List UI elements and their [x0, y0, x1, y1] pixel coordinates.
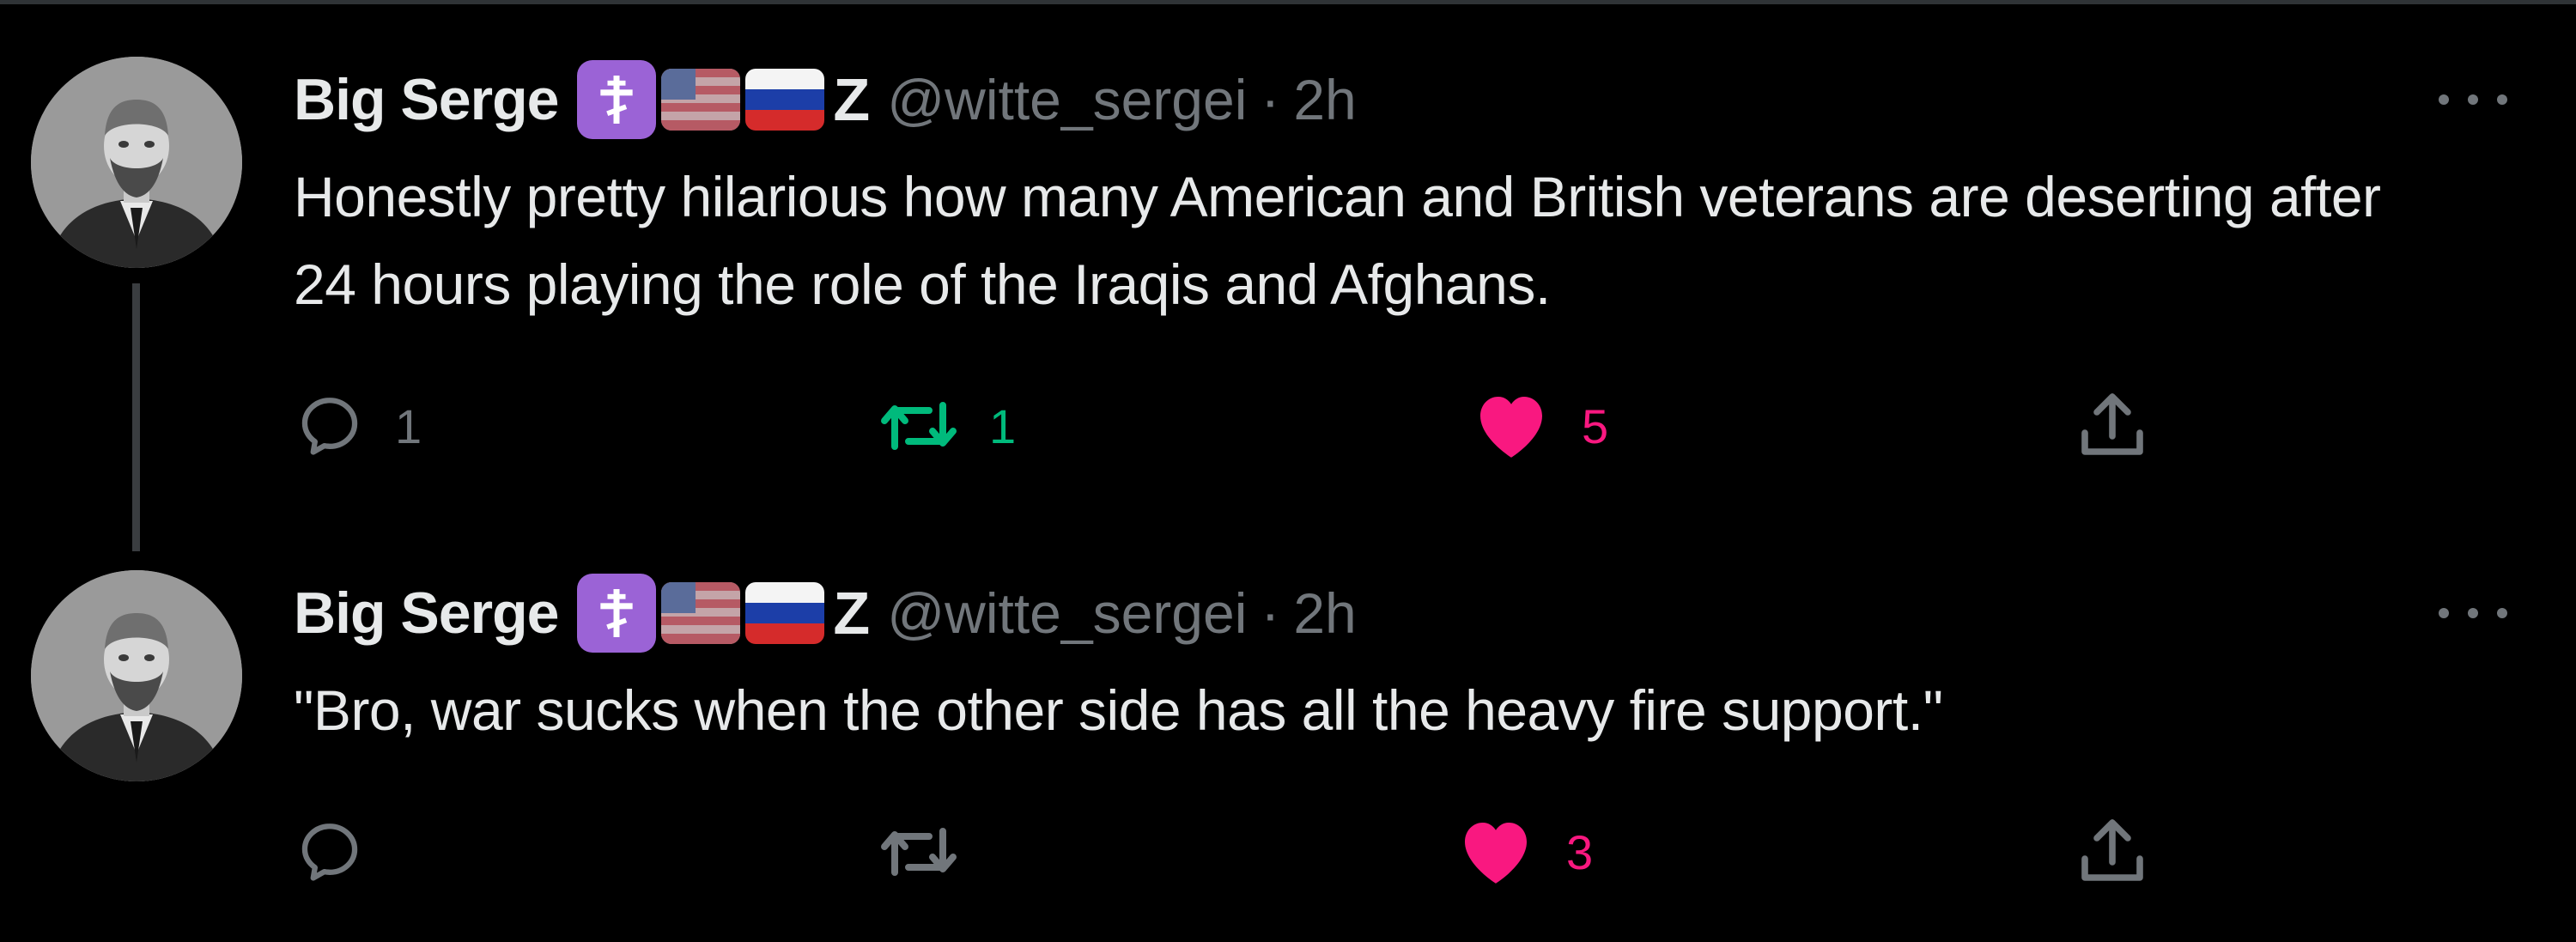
- reply-icon: [294, 390, 366, 462]
- tweet[interactable]: Big Serge Z @witte_sergei · 2h Honestly …: [0, 0, 2576, 567]
- tweet-timestamp[interactable]: 2h: [1293, 67, 1356, 132]
- avatar[interactable]: [31, 570, 242, 781]
- avatar[interactable]: [31, 57, 242, 268]
- reply-count: 1: [395, 398, 422, 453]
- separator-dot: ·: [1261, 581, 1280, 645]
- share-button[interactable]: [2071, 383, 2154, 469]
- z-mark: Z: [833, 66, 871, 133]
- tweet-header: Big Serge Z @witte_sergei · 2h: [294, 574, 1357, 653]
- retweet-count: 1: [989, 398, 1017, 453]
- reply-icon: [294, 816, 366, 888]
- author-handle[interactable]: @witte_sergei: [887, 580, 1247, 646]
- russia-flag-icon: [745, 69, 824, 131]
- separator-dot: ·: [1261, 68, 1280, 131]
- more-options-icon[interactable]: [2439, 82, 2507, 117]
- heart-icon: [1455, 811, 1537, 893]
- z-mark: Z: [833, 580, 871, 647]
- retweet-button[interactable]: 1: [878, 383, 1016, 469]
- reply-button[interactable]: [294, 809, 395, 895]
- profile-badges: Z: [577, 60, 870, 139]
- retweet-icon: [878, 385, 960, 467]
- more-options-icon[interactable]: [2439, 596, 2507, 630]
- author-name[interactable]: Big Serge: [294, 66, 559, 133]
- reply-button[interactable]: 1: [294, 383, 422, 469]
- orthodox-cross-icon: [577, 60, 657, 139]
- orthodox-cross-icon: [577, 574, 657, 653]
- tweet-text: "Bro, war sucks when the other side has …: [294, 678, 1943, 742]
- tweet[interactable]: Big Serge Z @witte_sergei · 2h "Bro, war…: [0, 550, 2576, 942]
- like-button[interactable]: 5: [1470, 383, 1608, 469]
- profile-badges: Z: [577, 574, 870, 653]
- tweet-actions: 1 1 5: [294, 383, 2226, 469]
- us-flag-icon: [661, 582, 740, 644]
- tweet-actions: 3: [294, 809, 2226, 895]
- retweet-button[interactable]: [878, 809, 989, 895]
- author-handle[interactable]: @witte_sergei: [887, 67, 1247, 132]
- like-count: 5: [1582, 398, 1609, 453]
- tweet-header: Big Serge Z @witte_sergei · 2h: [294, 60, 1357, 139]
- share-button[interactable]: [2071, 809, 2154, 895]
- share-icon: [2071, 811, 2154, 893]
- like-count: 3: [1566, 824, 1594, 879]
- like-button[interactable]: 3: [1455, 809, 1593, 895]
- us-flag-icon: [661, 69, 740, 131]
- author-name[interactable]: Big Serge: [294, 580, 559, 647]
- tweet-timestamp[interactable]: 2h: [1293, 580, 1356, 646]
- heart-icon: [1470, 385, 1552, 467]
- russia-flag-icon: [745, 582, 824, 644]
- retweet-icon: [878, 811, 960, 893]
- share-icon: [2071, 385, 2154, 467]
- tweet-text: Honestly pretty hilarious how many Ameri…: [294, 165, 2381, 316]
